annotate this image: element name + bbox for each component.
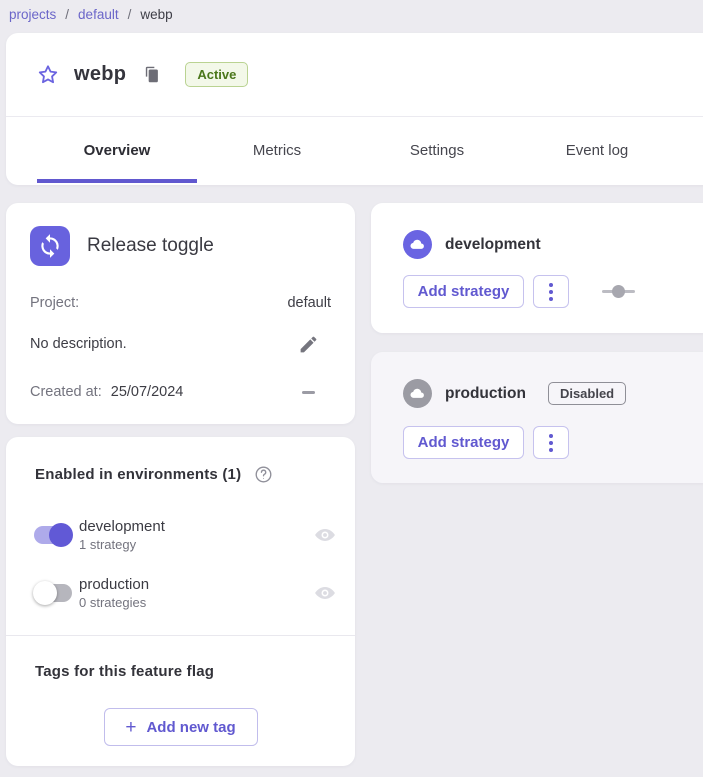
breadcrumb-separator: / bbox=[65, 7, 69, 22]
environment-name: development bbox=[79, 518, 165, 535]
flag-type-title: Release toggle bbox=[87, 235, 214, 257]
breadcrumb-link-default[interactable]: default bbox=[78, 7, 119, 22]
breadcrumb-link-projects[interactable]: projects bbox=[9, 7, 56, 22]
add-new-tag-label: Add new tag bbox=[146, 719, 235, 736]
environment-labels: development 1 strategy bbox=[79, 518, 165, 552]
environment-panel-name: development bbox=[445, 236, 541, 254]
tab-metrics[interactable]: Metrics bbox=[197, 117, 357, 183]
environment-strategy-count: 1 strategy bbox=[79, 537, 165, 552]
cloud-icon bbox=[403, 379, 432, 408]
environment-labels: production 0 strategies bbox=[79, 576, 149, 610]
production-toggle[interactable] bbox=[33, 581, 73, 605]
panel-header: development bbox=[403, 230, 541, 259]
created-group: Created at: 25/07/2024 bbox=[30, 384, 183, 400]
environments-title: Enabled in environments (1) bbox=[35, 466, 241, 483]
tags-title: Tags for this feature flag bbox=[35, 663, 214, 680]
panel-header: production Disabled bbox=[403, 379, 626, 408]
page-title: webp bbox=[74, 63, 126, 86]
production-environment-panel: production Disabled Add strategy bbox=[371, 352, 703, 483]
created-label: Created at: bbox=[30, 384, 102, 400]
development-environment-panel: development Add strategy bbox=[371, 203, 703, 333]
dash-icon bbox=[302, 391, 315, 394]
environment-name: production bbox=[79, 576, 149, 593]
environment-strategy-count: 0 strategies bbox=[79, 595, 149, 610]
title-row: webp Active bbox=[6, 33, 703, 117]
tab-event-log[interactable]: Event log bbox=[517, 117, 677, 183]
panel-actions: Add strategy bbox=[403, 275, 635, 308]
environment-row-development: development 1 strategy bbox=[33, 511, 336, 559]
edit-pencil-icon[interactable] bbox=[298, 334, 319, 355]
panel-actions: Add strategy bbox=[403, 426, 569, 459]
project-value: default bbox=[287, 295, 331, 311]
project-label: Project: bbox=[30, 295, 79, 311]
kebab-menu-icon[interactable] bbox=[533, 275, 569, 308]
environment-panel-name: production bbox=[445, 385, 526, 403]
created-row: Created at: 25/07/2024 bbox=[30, 380, 331, 404]
breadcrumb-current: webp bbox=[140, 7, 172, 22]
copy-icon[interactable] bbox=[143, 65, 160, 84]
environments-title-row: Enabled in environments (1) bbox=[35, 465, 273, 484]
breadcrumb-separator: / bbox=[128, 7, 132, 22]
eye-icon[interactable] bbox=[314, 582, 336, 604]
feature-header-card: webp Active Overview Metrics Settings Ev… bbox=[6, 33, 703, 185]
created-value: 25/07/2024 bbox=[111, 384, 184, 400]
release-toggle-header: Release toggle bbox=[30, 226, 214, 266]
development-toggle[interactable] bbox=[33, 523, 73, 547]
favorite-star-icon[interactable] bbox=[36, 63, 60, 87]
disabled-badge: Disabled bbox=[548, 382, 626, 405]
cloud-icon bbox=[403, 230, 432, 259]
description-text: No description. bbox=[30, 336, 127, 352]
tab-bar: Overview Metrics Settings Event log bbox=[6, 117, 703, 183]
sync-icon bbox=[30, 226, 70, 266]
tab-settings[interactable]: Settings bbox=[357, 117, 517, 183]
description-row: No description. bbox=[30, 332, 331, 356]
eye-icon[interactable] bbox=[314, 524, 336, 546]
help-icon[interactable] bbox=[254, 465, 273, 484]
project-row: Project: default bbox=[30, 291, 331, 315]
section-divider bbox=[6, 635, 355, 636]
plus-icon: + bbox=[125, 718, 136, 737]
environment-row-production: production 0 strategies bbox=[33, 569, 336, 617]
add-strategy-button[interactable]: Add strategy bbox=[403, 275, 524, 308]
add-new-tag-button[interactable]: + Add new tag bbox=[104, 708, 258, 746]
status-badge: Active bbox=[185, 62, 248, 87]
strategy-connector-icon bbox=[602, 285, 635, 298]
breadcrumb: projects / default / webp bbox=[9, 0, 173, 28]
add-strategy-button[interactable]: Add strategy bbox=[403, 426, 524, 459]
release-toggle-card: Release toggle Project: default No descr… bbox=[6, 203, 355, 424]
environments-card: Enabled in environments (1) development … bbox=[6, 437, 355, 766]
kebab-menu-icon[interactable] bbox=[533, 426, 569, 459]
tab-overview[interactable]: Overview bbox=[37, 117, 197, 183]
